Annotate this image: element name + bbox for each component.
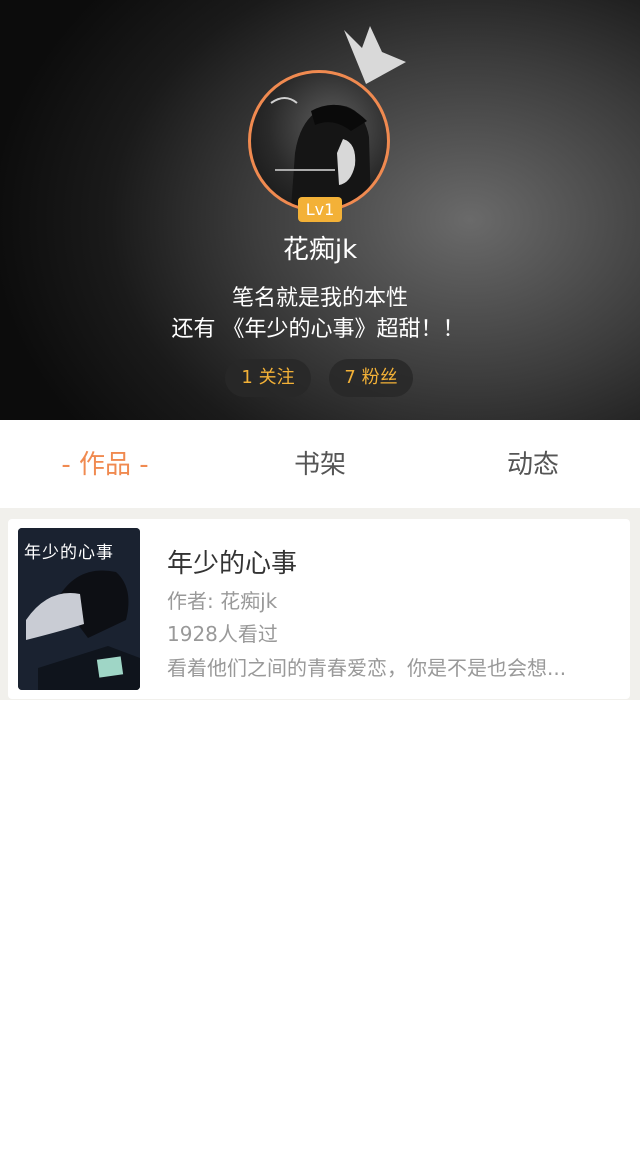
book-views: 1928人看过	[167, 622, 278, 646]
book-description: 看着他们之间的青春爱恋，你是不是也会想...	[167, 656, 567, 680]
following-button[interactable]: 1 关注	[225, 359, 311, 397]
crown-icon	[344, 26, 406, 84]
bio-line-2: 还有 《年少的心事》超甜！！	[171, 317, 465, 342]
level-badge: Lv1	[298, 197, 342, 222]
profile-header: Lv1 花痴jk 笔名就是我的本性 还有 《年少的心事》超甜！！ 1 关注 7 …	[0, 0, 640, 420]
book-title[interactable]: 年少的心事	[167, 543, 297, 580]
username: 花痴jk	[282, 235, 358, 265]
tab-activity[interactable]: 动态	[458, 420, 608, 510]
bio-line-1: 笔名就是我的本性	[231, 286, 408, 311]
book-cover[interactable]: 年少的心事	[18, 528, 140, 690]
list-item[interactable]: 年少的心事 年少的心事 作者: 花痴jk 1928人看过 看着他们之间的青春爱恋…	[8, 519, 630, 699]
tab-bar: - 作品 - 书架 动态	[0, 420, 640, 510]
tab-bookshelf[interactable]: 书架	[245, 420, 395, 510]
book-author: 作者: 花痴jk	[167, 589, 278, 613]
avatar[interactable]	[248, 70, 390, 212]
followers-button[interactable]: 7 粉丝	[329, 359, 413, 397]
cover-title: 年少的心事	[24, 543, 114, 563]
tab-works[interactable]: - 作品 -	[30, 420, 180, 510]
